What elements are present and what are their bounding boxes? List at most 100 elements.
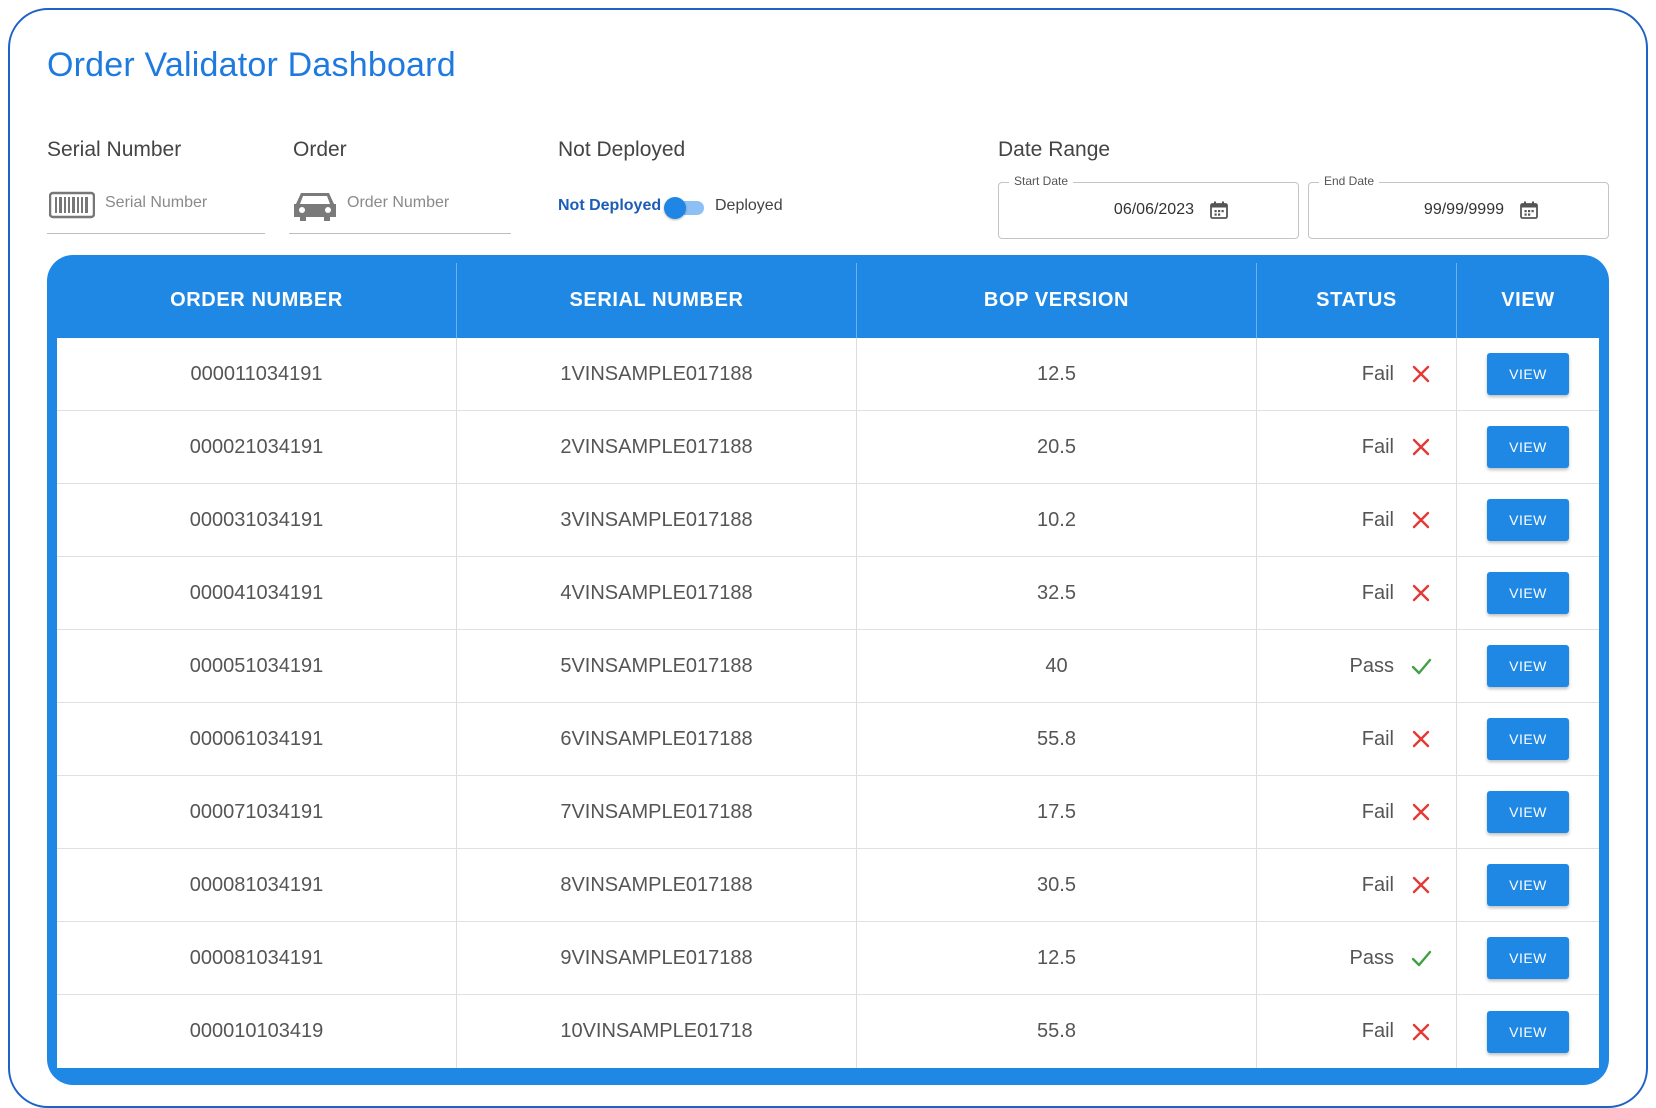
bop-version-cell: 12.5 — [857, 922, 1257, 994]
table-row: 000081034191 9VINSAMPLE017188 12.5 Pass VIEW — [57, 922, 1599, 995]
serial-number-cell: 1VINSAMPLE017188 — [457, 338, 857, 410]
status-cell: Fail — [1257, 338, 1457, 410]
table-row: 000051034191 5VINSAMPLE017188 40 Pass VIEW — [57, 630, 1599, 703]
view-cell: VIEW — [1457, 922, 1599, 994]
status-cell: Pass — [1257, 922, 1457, 994]
serial-number-cell: 2VINSAMPLE017188 — [457, 411, 857, 483]
column-header-view: VIEW — [1501, 289, 1555, 311]
barcode-icon — [48, 190, 96, 225]
toggle-on-label: Deployed — [715, 197, 783, 214]
order-number-cell: 000010103419 — [57, 995, 457, 1068]
status-cell: Fail — [1257, 849, 1457, 921]
start-date-value[interactable]: 06/06/2023 — [1079, 201, 1194, 219]
column-header-serial-number[interactable]: SERIAL NUMBER — [457, 263, 857, 338]
calendar-icon[interactable] — [1519, 200, 1539, 225]
view-button[interactable]: VIEW — [1487, 937, 1569, 979]
end-date-value[interactable]: 99/99/9999 — [1389, 201, 1504, 219]
column-header-status[interactable]: STATUS — [1257, 263, 1457, 338]
table-header: ORDER NUMBER SERIAL NUMBER BOP VERSION S… — [57, 263, 1599, 338]
check-icon — [1410, 947, 1432, 969]
view-cell: VIEW — [1457, 411, 1599, 483]
status-text: Fail — [1361, 581, 1394, 604]
view-cell: VIEW — [1457, 557, 1599, 629]
close-icon — [1410, 1021, 1432, 1043]
view-button[interactable]: VIEW — [1487, 1010, 1569, 1053]
order-number-cell: 000081034191 — [57, 849, 457, 921]
serial-number-cell: 4VINSAMPLE017188 — [457, 557, 857, 629]
status-text: Fail — [1361, 727, 1394, 750]
view-button[interactable]: VIEW — [1487, 864, 1569, 906]
serial-number-input[interactable] — [105, 188, 255, 218]
switch-thumb[interactable] — [664, 197, 686, 219]
serial-number-cell: 3VINSAMPLE017188 — [457, 484, 857, 556]
view-button[interactable]: VIEW — [1487, 499, 1569, 541]
view-cell: VIEW — [1457, 995, 1599, 1068]
car-icon — [291, 190, 339, 228]
table-row: 000071034191 7VINSAMPLE017188 17.5 Fail VIEW — [57, 776, 1599, 849]
view-button[interactable]: VIEW — [1487, 718, 1569, 760]
view-button[interactable]: VIEW — [1487, 791, 1569, 833]
bop-version-cell: 30.5 — [857, 849, 1257, 921]
serial-number-cell: 7VINSAMPLE017188 — [457, 776, 857, 848]
serial-number-cell: 9VINSAMPLE017188 — [457, 922, 857, 994]
serial-number-cell: 8VINSAMPLE017188 — [457, 849, 857, 921]
table-row: 000021034191 2VINSAMPLE017188 20.5 Fail VIEW — [57, 411, 1599, 484]
order-number-cell: 000051034191 — [57, 630, 457, 702]
status-text: Pass — [1349, 946, 1394, 969]
order-number-field — [289, 182, 511, 234]
close-icon — [1410, 363, 1432, 385]
not-deployed-label: Not Deployed — [558, 138, 686, 161]
order-label: Order — [293, 138, 347, 161]
close-icon — [1410, 801, 1432, 823]
order-number-cell: 000071034191 — [57, 776, 457, 848]
status-text: Fail — [1361, 873, 1394, 896]
orders-table: ORDER NUMBER SERIAL NUMBER BOP VERSION S… — [47, 255, 1609, 1085]
view-cell: VIEW — [1457, 338, 1599, 410]
table-row: 000010103419 10VINSAMPLE01718 55.8 Fail VIEW — [57, 995, 1599, 1068]
serial-number-cell: 6VINSAMPLE017188 — [457, 703, 857, 775]
close-icon — [1410, 509, 1432, 531]
check-icon — [1410, 655, 1432, 677]
status-cell: Fail — [1257, 995, 1457, 1068]
table-row: 000011034191 1VINSAMPLE017188 12.5 Fail VIEW — [57, 338, 1599, 411]
column-header-bop-version[interactable]: BOP VERSION — [857, 263, 1257, 338]
date-range-label: Date Range — [998, 138, 1111, 161]
column-header-order-number[interactable]: ORDER NUMBER — [57, 263, 457, 338]
status-text: Fail — [1361, 508, 1394, 531]
view-button[interactable]: VIEW — [1487, 353, 1569, 395]
deployed-switch[interactable] — [664, 196, 706, 219]
start-date-field[interactable]: Start Date 06/06/2023 — [998, 174, 1299, 239]
status-text: Fail — [1361, 362, 1394, 385]
order-number-cell: 000011034191 — [57, 338, 457, 410]
bop-version-cell: 20.5 — [857, 411, 1257, 483]
order-number-cell: 000031034191 — [57, 484, 457, 556]
bop-version-cell: 10.2 — [857, 484, 1257, 556]
serial-number-label: Serial Number — [47, 138, 182, 161]
calendar-icon[interactable] — [1209, 200, 1229, 225]
status-text: Pass — [1349, 654, 1394, 677]
view-cell: VIEW — [1457, 630, 1599, 702]
table-row: 000041034191 4VINSAMPLE017188 32.5 Fail VIEW — [57, 557, 1599, 630]
close-icon — [1410, 728, 1432, 750]
close-icon — [1410, 436, 1432, 458]
table-body: 000011034191 1VINSAMPLE017188 12.5 Fail VIEW… — [57, 338, 1599, 1068]
status-cell: Fail — [1257, 776, 1457, 848]
bop-version-cell: 32.5 — [857, 557, 1257, 629]
status-text: Fail — [1361, 800, 1394, 823]
view-cell: VIEW — [1457, 849, 1599, 921]
status-cell: Fail — [1257, 703, 1457, 775]
end-date-legend: End Date — [1319, 174, 1380, 188]
view-button[interactable]: VIEW — [1487, 572, 1569, 614]
bop-version-cell: 12.5 — [857, 338, 1257, 410]
view-button[interactable]: VIEW — [1487, 426, 1569, 468]
view-button[interactable]: VIEW — [1487, 645, 1569, 687]
end-date-field[interactable]: End Date 99/99/9999 — [1308, 174, 1609, 239]
close-icon — [1410, 874, 1432, 896]
order-number-cell: 000041034191 — [57, 557, 457, 629]
toggle-off-label: Not Deployed — [558, 197, 662, 214]
order-number-cell: 000061034191 — [57, 703, 457, 775]
serial-number-cell: 5VINSAMPLE017188 — [457, 630, 857, 702]
order-number-input[interactable] — [347, 188, 497, 218]
close-icon — [1410, 582, 1432, 604]
serial-number-field — [47, 182, 265, 234]
